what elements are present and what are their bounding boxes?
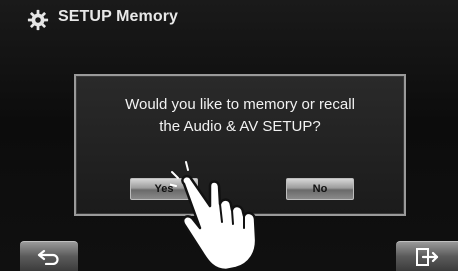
no-button[interactable]: No (286, 178, 354, 200)
pointing-hand-icon (170, 161, 258, 271)
dialog-message: Would you like to memory or recall the A… (76, 94, 404, 138)
back-arrow-icon (37, 249, 59, 265)
exit-icon (416, 247, 439, 266)
back-button[interactable] (20, 241, 78, 271)
dialog-message-line-1: Would you like to memory or recall (125, 96, 355, 113)
exit-button[interactable] (396, 241, 458, 271)
gear-icon (27, 9, 49, 31)
dialog-message-line-2: the Audio & AV SETUP? (159, 118, 321, 135)
page-title: SETUP Memory (58, 8, 179, 25)
title-bar: SETUP Memory (0, 0, 458, 40)
setup-memory-screen: SETUP Memory Would you like to memory or… (0, 0, 458, 271)
